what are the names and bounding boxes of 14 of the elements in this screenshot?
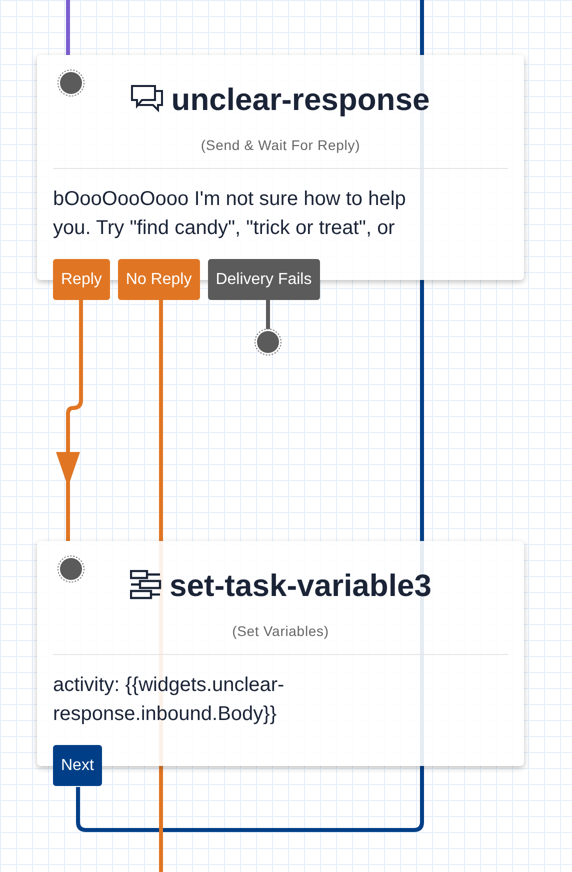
blocks-icon xyxy=(130,570,162,600)
endpoint-dot xyxy=(254,328,282,356)
node-type-label: (Set Variables) xyxy=(231,622,330,641)
port-dot[interactable] xyxy=(57,69,85,97)
node-body-text: bOooOooOooo I'm not sure how to help you. Try "find candy", "trick or treat", or xyxy=(53,187,407,241)
node-type-label: (Send & Wait For Reply) xyxy=(200,136,362,155)
node-body-text: activity: {{widgets.unclear-response.inbound.Body}} xyxy=(53,673,286,727)
connector-line xyxy=(66,0,70,55)
transition-button[interactable]: Delivery Fails xyxy=(208,259,320,300)
transition-button[interactable]: Next xyxy=(53,745,102,786)
node-title: set-task-variable3 xyxy=(170,570,432,600)
node-title: unclear-response xyxy=(171,84,430,114)
port-dot[interactable] xyxy=(57,555,85,583)
chat-bubbles-icon xyxy=(131,85,164,113)
